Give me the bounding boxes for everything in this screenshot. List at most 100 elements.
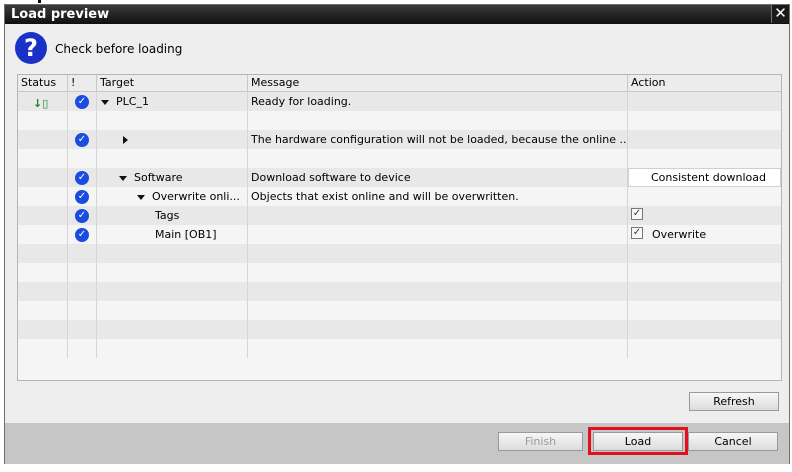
target-cell <box>97 301 248 320</box>
table-row[interactable]: ↓▯ ✓ PLC_1 Ready for loading. <box>18 92 781 111</box>
status-cell <box>18 263 68 282</box>
status-cell <box>18 149 68 168</box>
action-cell[interactable] <box>628 149 781 168</box>
message-cell <box>248 282 628 301</box>
action-cell[interactable] <box>628 92 781 111</box>
status-cell <box>18 320 68 339</box>
table-row[interactable]: ✓ Overwrite onli... Objects that exist onl… <box>18 187 781 206</box>
status-cell <box>18 225 68 244</box>
message-cell <box>248 339 628 358</box>
action-cell[interactable] <box>628 339 781 358</box>
action-cell[interactable] <box>628 263 781 282</box>
action-cell[interactable] <box>628 301 781 320</box>
alert-cell <box>68 339 97 358</box>
target-cell: Software <box>97 168 248 187</box>
action-cell[interactable]: Consistent download <box>628 168 781 187</box>
check-icon: ✓ <box>75 190 89 204</box>
alert-cell <box>68 320 97 339</box>
table-row[interactable]: ✓ Software Download software to device Cons… <box>18 168 781 187</box>
column-header-action[interactable]: Action <box>628 75 781 91</box>
dialog-body: ? Check before loading Status ! Target M… <box>5 24 789 423</box>
alert-cell <box>68 263 97 282</box>
column-header-target[interactable]: Target <box>97 75 248 91</box>
table-header: Status ! Target Message Action <box>18 75 781 92</box>
action-cell[interactable] <box>628 111 781 130</box>
download-icon: ↓▯ <box>33 97 49 110</box>
target-cell <box>97 282 248 301</box>
message-cell: Objects that exist online and will be ov… <box>248 187 628 206</box>
table-row[interactable] <box>18 282 781 301</box>
status-cell <box>18 187 68 206</box>
title-bar[interactable]: Load preview ✕ <box>5 5 789 24</box>
status-cell <box>18 282 68 301</box>
check-icon: ✓ <box>75 133 89 147</box>
table-row[interactable] <box>18 301 781 320</box>
expand-collapse-icon[interactable] <box>137 194 145 200</box>
message-cell: Download software to device <box>248 168 628 187</box>
load-preview-table: Status ! Target Message Action ↓▯ ✓ PLC_1 R… <box>17 74 782 381</box>
action-cell[interactable] <box>628 320 781 339</box>
action-cell[interactable]: ✓ Overwrite <box>628 225 781 244</box>
action-cell[interactable] <box>628 282 781 301</box>
load-preview-dialog: Load preview ✕ ? Check before loading St… <box>4 4 790 467</box>
target-label: Main [OB1] <box>155 228 217 241</box>
expand-collapse-icon[interactable] <box>101 99 109 105</box>
target-label: Software <box>134 171 183 184</box>
table-row[interactable]: ✓ The hardware configuration will not be … <box>18 130 781 149</box>
column-header-alert[interactable]: ! <box>68 75 97 91</box>
table-row[interactable] <box>18 149 781 168</box>
alert-cell: ✓ <box>68 130 97 149</box>
table-row[interactable] <box>18 111 781 130</box>
alert-cell <box>68 282 97 301</box>
background-mark <box>38 0 41 3</box>
alert-cell <box>68 111 97 130</box>
target-label: Tags <box>155 209 180 222</box>
check-icon: ✓ <box>75 228 89 242</box>
target-cell: Main [OB1] <box>97 225 248 244</box>
table-row[interactable] <box>18 339 781 358</box>
overwrite-checkbox[interactable]: ✓ <box>631 208 643 220</box>
target-cell: Overwrite onli... <box>97 187 248 206</box>
target-cell <box>97 244 248 263</box>
action-cell[interactable] <box>628 130 781 149</box>
table-row[interactable]: ✓ Tags ✓ <box>18 206 781 225</box>
question-icon: ? <box>15 32 47 64</box>
alert-cell: ✓ <box>68 187 97 206</box>
target-cell <box>97 130 248 149</box>
target-label: PLC_1 <box>116 95 149 108</box>
alert-cell: ✓ <box>68 206 97 225</box>
message-cell <box>248 244 628 263</box>
dialog-heading: Check before loading <box>55 42 183 56</box>
table-row[interactable] <box>18 263 781 282</box>
action-cell[interactable]: ✓ <box>628 206 781 225</box>
table-row[interactable]: ✓ Main [OB1] ✓ Overwrite <box>18 225 781 244</box>
check-icon: ✓ <box>75 171 89 185</box>
expand-icon[interactable] <box>123 136 128 144</box>
message-cell <box>248 301 628 320</box>
table-row[interactable] <box>18 244 781 263</box>
message-cell: Ready for loading. <box>248 92 628 111</box>
alert-cell <box>68 149 97 168</box>
target-cell: PLC_1 <box>97 92 248 111</box>
action-cell[interactable] <box>628 244 781 263</box>
status-cell <box>18 130 68 149</box>
status-cell <box>18 168 68 187</box>
message-cell <box>248 263 628 282</box>
load-button-highlight <box>588 427 688 455</box>
status-cell <box>18 301 68 320</box>
table-row[interactable] <box>18 320 781 339</box>
cancel-button[interactable]: Cancel <box>688 432 778 451</box>
expand-collapse-icon[interactable] <box>119 175 127 181</box>
refresh-button[interactable]: Refresh <box>689 392 779 411</box>
target-cell <box>97 339 248 358</box>
target-cell <box>97 263 248 282</box>
finish-button[interactable]: Finish <box>498 432 583 451</box>
action-cell[interactable] <box>628 187 781 206</box>
column-header-message[interactable]: Message <box>248 75 628 91</box>
column-header-status[interactable]: Status <box>18 75 68 91</box>
check-icon: ✓ <box>75 209 89 223</box>
close-button[interactable]: ✕ <box>771 5 789 23</box>
action-dropdown[interactable]: Consistent download <box>628 168 781 187</box>
overwrite-checkbox[interactable]: ✓ <box>631 227 643 239</box>
status-cell <box>18 206 68 225</box>
